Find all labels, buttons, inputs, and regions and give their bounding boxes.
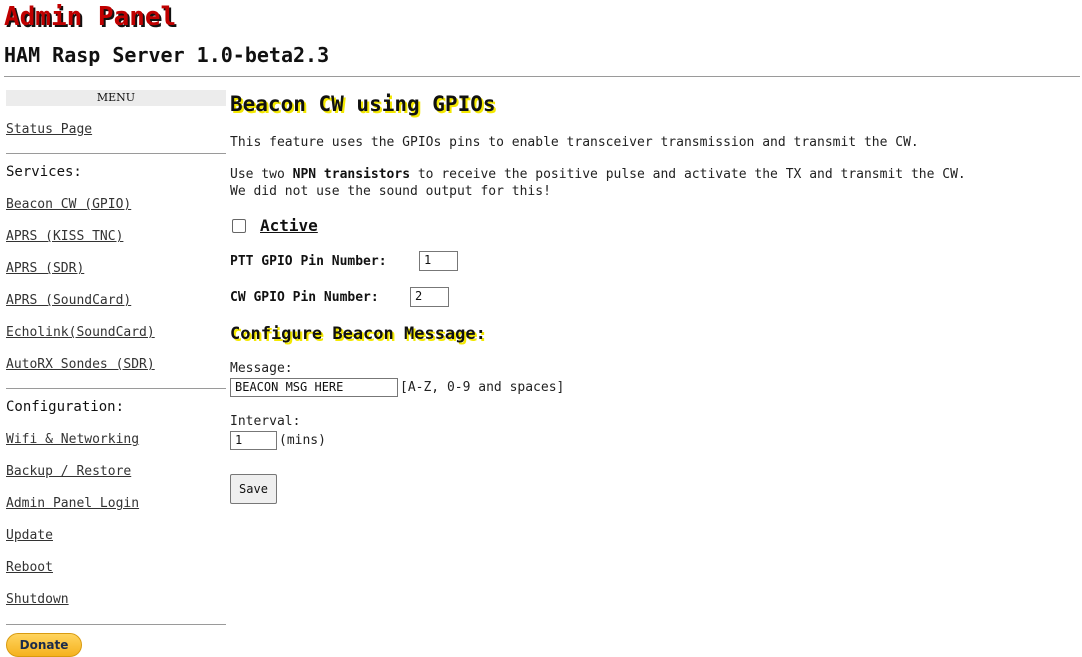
active-checkbox[interactable] xyxy=(232,218,246,233)
npn-text-prefix: Use two xyxy=(230,167,293,182)
app-version: HAM Rasp Server 1.0-beta2.3 xyxy=(4,43,330,67)
sidebar-link-reboot[interactable]: Reboot xyxy=(6,560,53,575)
npn-text-suffix: to receive the positive pulse and activa… xyxy=(410,167,966,182)
sidebar-menu: MENU Status Page Services: Beacon CW (GP… xyxy=(6,90,226,657)
active-toggle[interactable]: Active xyxy=(232,216,318,235)
configuration-heading: Configuration: xyxy=(6,399,125,415)
message-label: Message: xyxy=(230,361,293,376)
sidebar-link-shutdown[interactable]: Shutdown xyxy=(6,592,69,607)
sidebar-link-beacon-cw[interactable]: Beacon CW (GPIO) xyxy=(6,197,131,212)
sidebar-divider xyxy=(6,624,226,625)
main-content: Beacon CW using GPIOs This feature uses … xyxy=(230,90,1080,650)
sidebar-link-status-page[interactable]: Status Page xyxy=(6,122,92,137)
save-button[interactable]: Save xyxy=(230,474,277,504)
sidebar-divider xyxy=(6,388,226,389)
header-divider xyxy=(4,76,1080,77)
interval-input[interactable]: 1 xyxy=(230,431,277,450)
app-title: Admin Panel xyxy=(4,2,177,32)
ptt-pin-label: PTT GPIO Pin Number: xyxy=(230,254,387,269)
sidebar-link-aprs-kiss[interactable]: APRS (KISS TNC) xyxy=(6,229,123,244)
sidebar-link-admin-login[interactable]: Admin Panel Login xyxy=(6,496,139,511)
sidebar-link-wifi[interactable]: Wifi & Networking xyxy=(6,432,139,447)
cw-pin-input[interactable]: 2 xyxy=(410,287,449,307)
donate-button[interactable]: Donate xyxy=(6,633,82,657)
section-title-beacon-message: Configure Beacon Message: xyxy=(230,324,486,344)
message-hint: [A-Z, 0-9 and spaces] xyxy=(400,380,565,395)
sidebar-divider xyxy=(6,153,226,154)
sidebar-link-autorx[interactable]: AutoRX Sondes (SDR) xyxy=(6,357,155,372)
page-title: Beacon CW using GPIOs xyxy=(230,92,496,116)
menu-header: MENU xyxy=(6,90,226,106)
npn-instructions: Use two NPN transistors to receive the p… xyxy=(230,166,966,183)
sidebar-link-backup[interactable]: Backup / Restore xyxy=(6,464,131,479)
interval-unit: (mins) xyxy=(279,433,326,448)
active-label: Active xyxy=(260,216,318,235)
sidebar-link-echolink[interactable]: Echolink(SoundCard) xyxy=(6,325,155,340)
cw-pin-label: CW GPIO Pin Number: xyxy=(230,290,379,305)
sound-output-note: We did not use the sound output for this… xyxy=(230,184,551,199)
sidebar-link-aprs-sdr[interactable]: APRS (SDR) xyxy=(6,261,84,276)
ptt-pin-input[interactable]: 1 xyxy=(419,251,458,271)
sidebar-link-aprs-soundcard[interactable]: APRS (SoundCard) xyxy=(6,293,131,308)
npn-text-bold: NPN transistors xyxy=(292,167,411,182)
services-heading: Services: xyxy=(6,164,82,180)
feature-description: This feature uses the GPIOs pins to enab… xyxy=(230,135,919,150)
sidebar-link-update[interactable]: Update xyxy=(6,528,53,543)
message-input[interactable]: BEACON MSG HERE xyxy=(230,378,398,397)
interval-label: Interval: xyxy=(230,414,301,429)
